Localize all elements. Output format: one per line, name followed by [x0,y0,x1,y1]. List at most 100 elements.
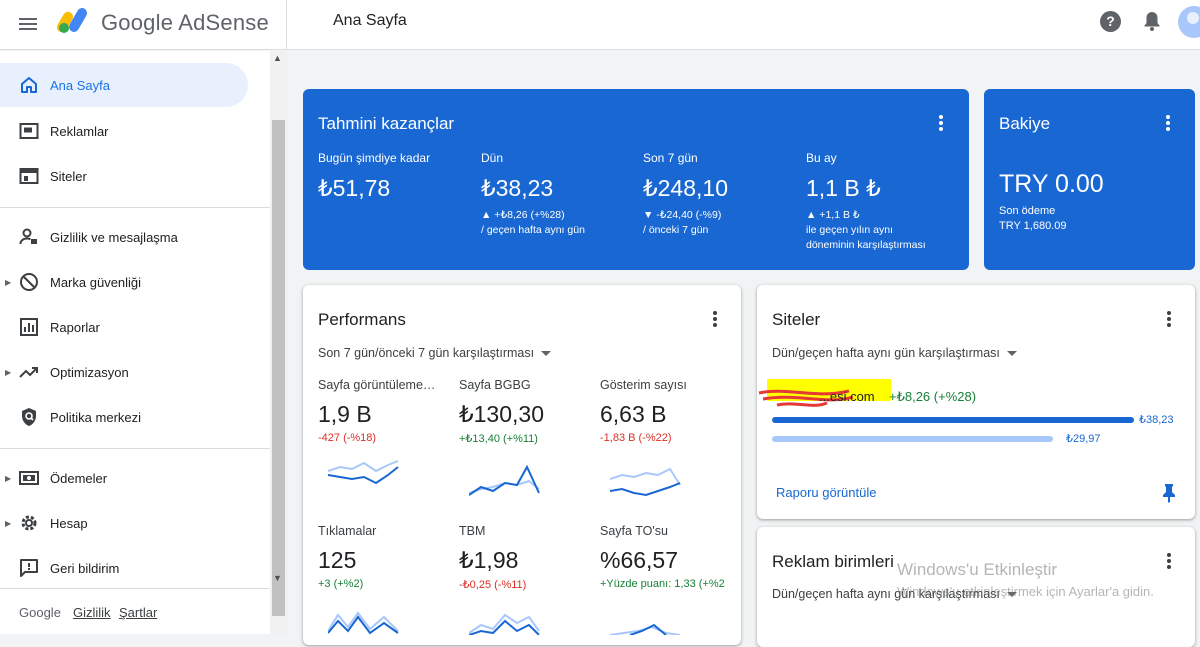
sidebar-item-ads[interactable]: Reklamlar [0,109,270,153]
scroll-down-arrow-icon[interactable]: ▼ [273,573,282,583]
estimated-earnings-card: Tahmini kazançlar Bugün şimdiye kadar ₺5… [303,89,969,270]
sidebar-item-reports[interactable]: Raporlar [0,305,270,349]
sites-card: Siteler Dün/geçen hafta aynı gün karşıla… [757,285,1195,519]
policy-shield-icon [18,406,40,428]
sidebar-item-label: Raporlar [50,319,100,335]
divider [286,0,287,50]
expand-caret-icon[interactable]: ▶ [5,474,11,483]
feedback-icon [18,557,40,579]
reports-icon [18,316,40,338]
sidebar-item-feedback[interactable]: Geri bildirim [0,546,270,590]
page-title: Ana Sayfa [333,12,407,29]
balance-value: TRY 0.00 [999,170,1104,198]
block-icon [18,271,40,293]
stat-label: Dün [481,151,504,165]
metric-delta: +Yüzde puanı: 1,33 (+%2 [600,578,725,590]
card-title: Reklam birimleri [772,552,894,571]
previous-bar-value: ₺29,97 [1066,433,1101,445]
help-icon[interactable]: ? [1100,11,1121,32]
sidebar-item-account[interactable]: ▶ Hesap [0,501,270,545]
stat-delta: ▼ -₺24,40 (-%9) [643,209,722,221]
stat-value: ₺38,23 [481,175,554,201]
sidebar-item-label: Siteler [50,168,87,184]
stat-delta-note: ile geçen yılın aynı [806,224,893,236]
stat-value: 1,1 B ₺ [806,175,881,201]
metric-label: Tıklamalar [318,524,377,538]
sparkline [328,611,399,635]
sites-icon [18,165,40,187]
sidebar-item-label: Optimizasyon [50,364,129,380]
metric-value: ₺130,30 [459,401,544,427]
sidebar-item-policy-center[interactable]: Politika merkezi [0,395,270,439]
metric-value: 1,9 B [318,401,372,427]
metric-label: Sayfa TO'su [600,524,668,538]
footer-google: Google [19,605,61,620]
metric-delta: -427 (-%18) [318,432,377,444]
sidebar-item-optimization[interactable]: ▶ Optimizasyon [0,350,270,394]
avatar[interactable] [1178,6,1200,38]
gear-icon [18,512,40,534]
sidebar-item-label: Hesap [50,515,88,531]
metric-delta: -₺0,25 (-%11) [459,579,527,591]
sidebar-item-label: Gizlilik ve mesajlaşma [50,229,178,245]
more-options-icon[interactable] [1166,115,1170,133]
site-name[interactable]: ...esi.com [819,389,875,404]
metric-delta: +₺13,40 (+%11) [459,433,538,445]
pin-icon[interactable] [1161,483,1177,503]
sparkline [610,623,681,635]
stat-label: Bugün şimdiye kadar [318,151,431,165]
more-options-icon[interactable] [1167,553,1171,571]
sidebar-item-privacy[interactable]: Gizlilik ve mesajlaşma [0,215,270,259]
metric-delta: +3 (+%2) [318,578,364,590]
more-options-icon[interactable] [939,115,943,133]
windows-activation-watermark: Windows'u Etkinleştir [897,560,1058,579]
expand-caret-icon[interactable]: ▶ [5,278,11,287]
view-report-link[interactable]: Raporu görüntüle [776,485,876,500]
windows-activation-watermark-subtext: Windows'u etkinleştirmek için Ayarlar'a … [897,584,1154,599]
dropdown-arrow-icon [1006,351,1017,357]
metric-label: TBM [459,524,486,538]
expand-caret-icon[interactable]: ▶ [5,519,11,528]
more-options-icon[interactable] [1167,311,1171,329]
metric-value: 125 [318,547,357,573]
dropdown-label: Son 7 gün/önceki 7 gün karşılaştırması [318,346,535,360]
card-title: Tahmini kazançlar [318,114,455,133]
sidebar-scroll-thumb[interactable] [272,120,285,616]
metric-label: Sayfa BGBG [459,378,531,392]
card-title: Performans [318,310,406,329]
scroll-up-arrow-icon[interactable]: ▲ [273,53,282,63]
payments-icon [18,467,40,489]
sidebar-item-payments[interactable]: ▶ Ödemeler [0,456,270,500]
footer-privacy-link[interactable]: Gizlilik [73,605,111,620]
expand-caret-icon[interactable]: ▶ [5,368,11,377]
metric-value: 6,63 B [600,401,667,427]
menu-icon[interactable] [16,13,40,37]
sidebar-footer: Google Gizlilik Şartlar [0,588,270,634]
sidebar-item-label: Marka güvenliği [50,274,142,290]
current-bar [772,417,1134,423]
stat-value: ₺51,78 [318,175,391,201]
stat-delta: ▲ +1,1 B ₺ [806,209,860,221]
previous-bar [772,436,1053,442]
sparkline [610,467,681,497]
dropdown-arrow-icon [541,351,552,357]
sidebar-item-label: Geri bildirim [50,560,120,576]
notifications-bell-icon[interactable] [1142,10,1162,32]
last-payment-value: TRY 1,680.09 [999,220,1067,232]
sidebar-item-brand-safety[interactable]: ▶ Marka güvenliği [0,260,270,304]
more-options-icon[interactable] [713,311,717,329]
site-delta: +₺8,26 (+%28) [889,389,977,404]
divider [0,448,270,449]
sidebar-item-home[interactable]: Ana Sayfa [0,63,248,107]
top-bar: Google AdSense Ana Sayfa ? [0,0,1200,50]
last-payment-label: Son ödeme [999,205,1056,217]
sidebar-item-label: Ödemeler [50,470,108,486]
sidebar-item-sites[interactable]: Siteler [0,154,270,198]
metric-value: ₺1,98 [459,547,519,573]
performance-range-dropdown[interactable]: Son 7 gün/önceki 7 gün karşılaştırması [318,346,552,360]
footer-terms-link[interactable]: Şartlar [119,605,157,620]
performance-card: Performans Son 7 gün/önceki 7 gün karşıl… [303,285,741,645]
dropdown-label: Dün/geçen hafta aynı gün karşılaştırması [772,346,1000,360]
sites-range-dropdown[interactable]: Dün/geçen hafta aynı gün karşılaştırması [772,346,1017,360]
stat-label: Son 7 gün [643,151,698,165]
